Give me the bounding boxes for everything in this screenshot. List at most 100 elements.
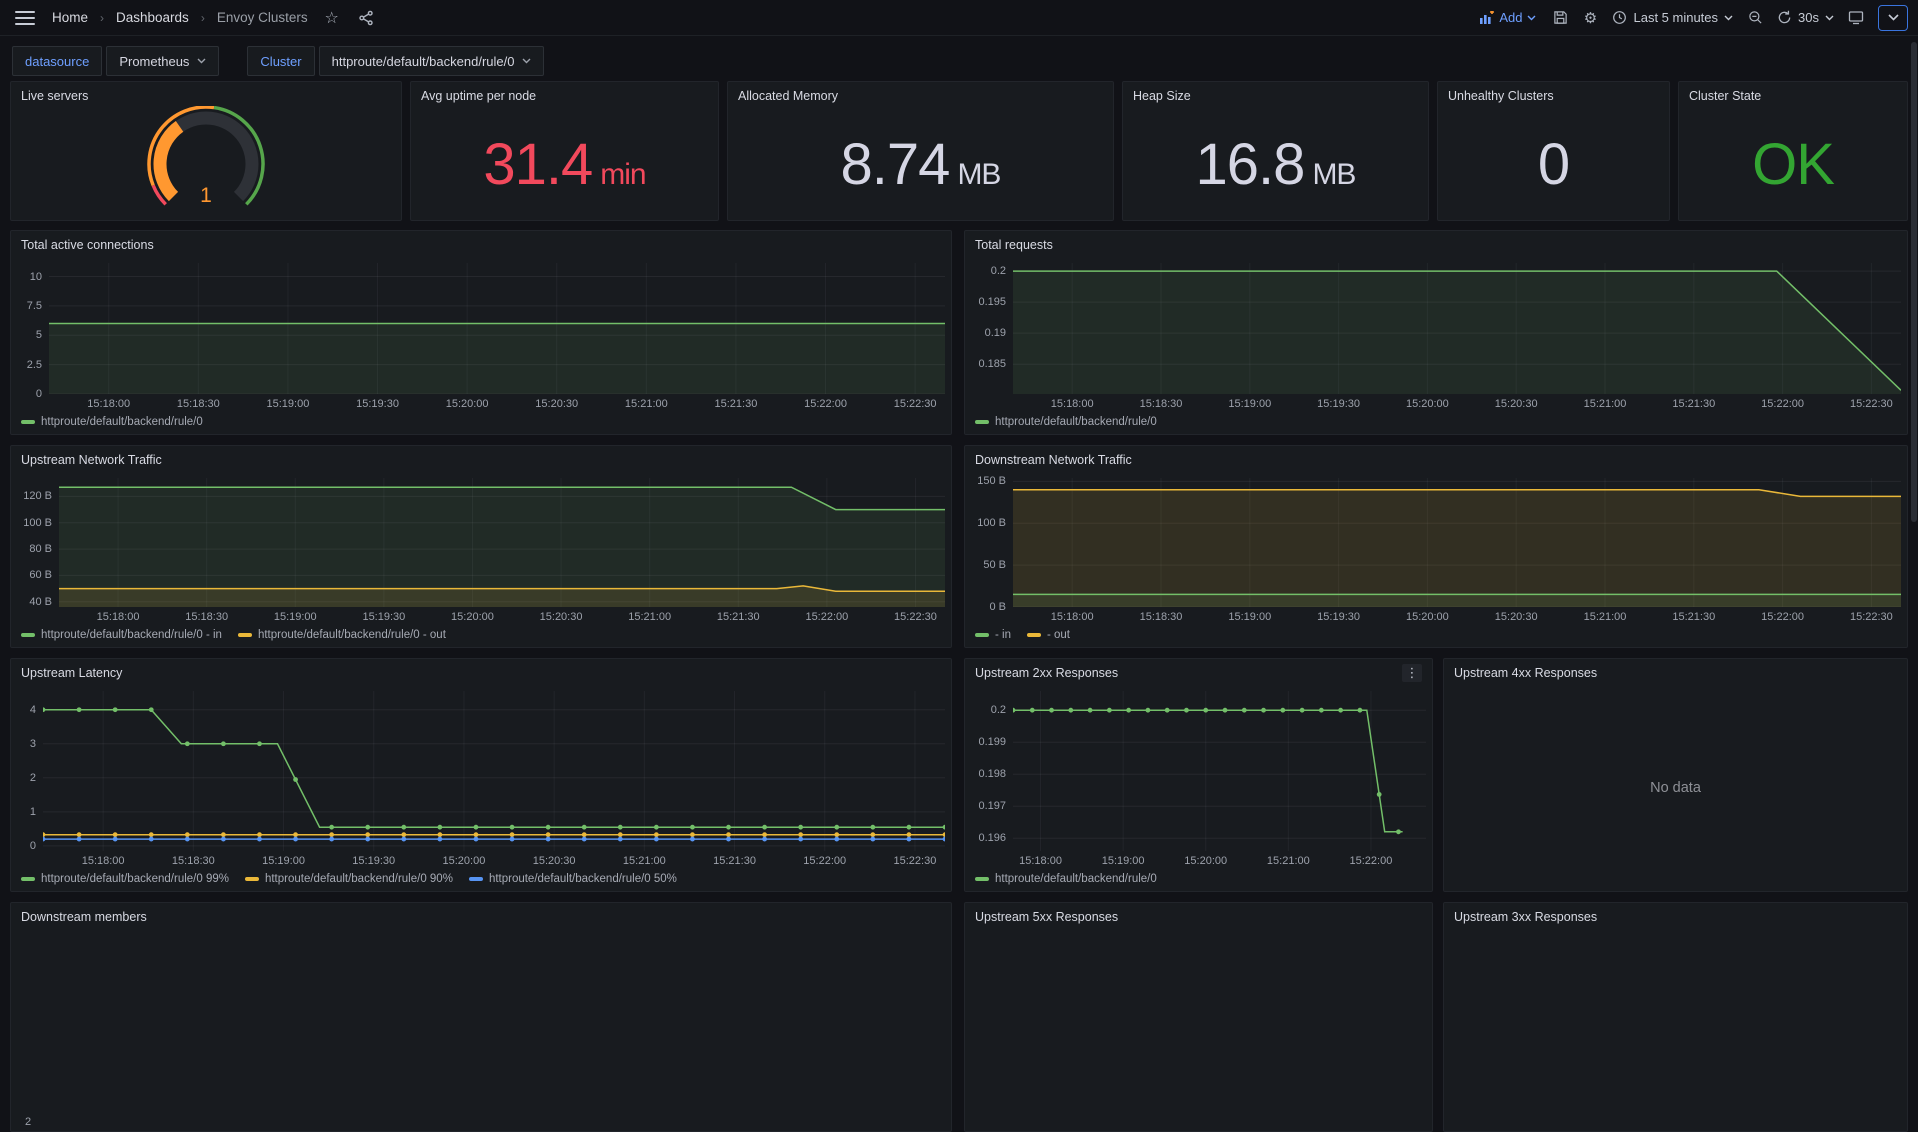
breadcrumb-home[interactable]: Home [50,10,90,25]
panel-title[interactable]: Total requests [975,238,1053,252]
collapse-navbar-button[interactable] [1878,5,1908,31]
x-tick-label: 15:18:30 [1140,398,1183,410]
breadcrumb-current: Envoy Clusters [215,10,310,25]
plot-area[interactable] [59,478,945,607]
legend-item[interactable]: httproute/default/backend/rule/0 - out [238,629,446,641]
add-button[interactable]: Add [1473,10,1542,25]
x-tick-label: 15:20:00 [1184,855,1227,867]
panel-title[interactable]: Upstream 4xx Responses [1454,666,1597,680]
star-icon[interactable]: ☆ [320,6,344,30]
chevron-down-icon [1888,14,1899,21]
panel-title[interactable]: Total active connections [21,238,154,252]
panel-title[interactable]: Live servers [21,89,88,103]
plot-area[interactable] [43,691,945,851]
x-tick-label: 15:21:30 [713,855,756,867]
svg-text:1: 1 [200,184,212,207]
settings-gear-icon[interactable]: ⚙ [1578,6,1602,30]
panel-avg-uptime: Avg uptime per node 31.4min [410,81,719,221]
panel-unhealthy-clusters: Unhealthy Clusters 0 [1437,81,1670,221]
panel-title[interactable]: Upstream 5xx Responses [975,910,1118,924]
datasource-variable-label[interactable]: datasource [12,46,102,76]
panel-title[interactable]: Allocated Memory [738,89,838,103]
legend-item[interactable]: httproute/default/backend/rule/0 99% [21,873,229,885]
tv-icon[interactable] [1844,6,1868,30]
x-tick-label: 15:19:30 [1317,398,1360,410]
clock-icon [1612,10,1627,25]
kebab-menu-icon[interactable]: ⋮ [1402,664,1422,682]
plot-area[interactable] [1013,691,1426,851]
cluster-variable-value[interactable]: httproute/default/backend/rule/0 [319,46,545,76]
panel-total-active-connections: Total active connections 02.557.510 15:1… [10,230,952,435]
caret-down-icon [197,58,206,64]
panel-title[interactable]: Upstream Latency [21,666,122,680]
panel-title[interactable]: Unhealthy Clusters [1448,89,1554,103]
x-tick-label: 15:18:00 [1019,855,1062,867]
panel-title[interactable]: Heap Size [1133,89,1191,103]
x-tick-label: 15:21:00 [625,398,668,410]
panel-downstream-network-traffic: Downstream Network Traffic 0 B50 B100 B1… [964,445,1908,648]
x-tick-label: 15:22:00 [1350,855,1393,867]
y-tick-label: 120 B [23,489,52,503]
x-tick-label: 15:19:00 [1102,855,1145,867]
time-range-picker[interactable]: Last 5 minutes [1608,10,1737,25]
legend-item[interactable]: httproute/default/backend/rule/0 50% [469,873,677,885]
panel-title[interactable]: Upstream Network Traffic [21,453,162,467]
caret-down-icon [1825,15,1834,21]
y-axis: 01234 [13,691,43,851]
scrollbar[interactable] [1911,42,1917,522]
y-tick-label: 2 [25,1116,31,1128]
x-tick-label: 15:18:30 [1140,611,1183,623]
panel-title[interactable]: Cluster State [1689,89,1761,103]
x-axis: 15:18:0015:18:3015:19:0015:19:3015:20:00… [13,394,945,412]
legend-item[interactable]: httproute/default/backend/rule/0 90% [245,873,453,885]
caret-down-icon [522,58,531,64]
plot-area[interactable] [49,263,945,394]
legend-item[interactable]: - in [975,629,1011,641]
menu-icon[interactable] [10,5,40,31]
legend: httproute/default/backend/rule/0 [967,869,1426,889]
x-tick-label: 15:21:00 [628,611,671,623]
panel-title[interactable]: Downstream Network Traffic [975,453,1132,467]
x-tick-label: 15:22:00 [804,398,847,410]
legend-item[interactable]: httproute/default/backend/rule/0 [975,873,1157,885]
breadcrumb-dashboards[interactable]: Dashboards [114,10,191,25]
datasource-variable-value[interactable]: Prometheus [106,46,219,76]
stat-value: 8.74MB [841,131,1001,198]
legend-item[interactable]: - out [1027,629,1070,641]
panel-upstream-latency: Upstream Latency 01234 15:18:0015:18:301… [10,658,952,892]
panel-downstream-members: Downstream members 2 [10,902,952,1132]
panel-title[interactable]: Avg uptime per node [421,89,536,103]
legend: httproute/default/backend/rule/0 [13,412,945,432]
y-tick-label: 0.19 [985,326,1006,340]
legend-item[interactable]: httproute/default/backend/rule/0 - in [21,629,222,641]
add-panel-icon [1479,11,1494,25]
x-tick-label: 15:20:00 [446,398,489,410]
save-icon[interactable] [1548,6,1572,30]
x-tick-label: 15:19:00 [1228,611,1271,623]
y-tick-label: 60 B [29,568,52,582]
panel-title[interactable]: Upstream 3xx Responses [1454,910,1597,924]
y-tick-label: 0.2 [991,703,1006,717]
x-tick-label: 15:22:00 [1761,611,1804,623]
x-tick-label: 15:18:00 [1051,398,1094,410]
x-tick-label: 15:22:30 [894,398,937,410]
x-tick-label: 15:20:30 [533,855,576,867]
zoom-out-icon[interactable] [1743,6,1767,30]
x-axis: 15:18:0015:18:3015:19:0015:19:3015:20:00… [967,607,1901,625]
panel-title[interactable]: Downstream members [21,910,147,924]
x-tick-label: 15:19:30 [352,855,395,867]
refresh-picker[interactable]: 30s [1773,10,1838,25]
plot-area[interactable] [1013,478,1901,607]
x-tick-label: 15:21:00 [1584,398,1627,410]
panel-title[interactable]: Upstream 2xx Responses [975,666,1118,680]
x-tick-label: 15:20:00 [1406,398,1449,410]
legend-item[interactable]: httproute/default/backend/rule/0 [975,416,1157,428]
legend-item[interactable]: httproute/default/backend/rule/0 [21,416,203,428]
cluster-variable-label[interactable]: Cluster [247,46,314,76]
share-icon[interactable] [354,6,378,30]
y-tick-label: 1 [30,805,36,819]
panel-cluster-state: Cluster State OK [1678,81,1908,221]
panel-live-servers: Live servers 1 [10,81,402,221]
plot-area[interactable] [1013,263,1901,394]
y-tick-label: 80 B [29,542,52,556]
